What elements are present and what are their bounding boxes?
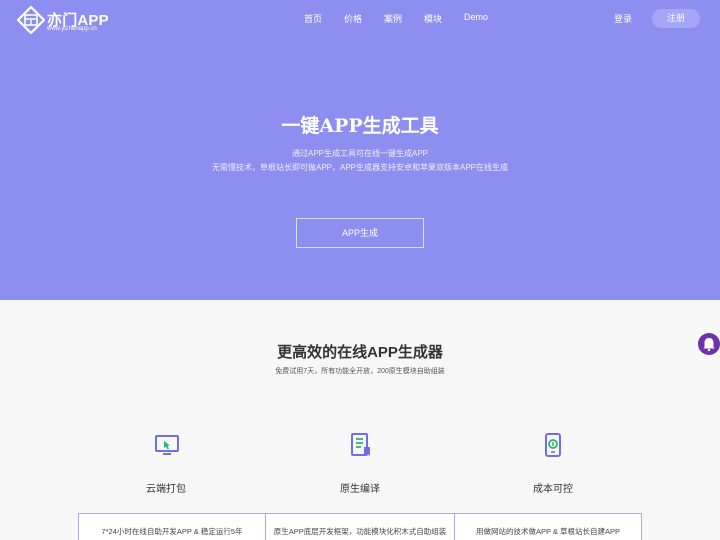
hero-description-line1: 通过APP生成工具可在线一键生成APP — [291, 149, 428, 158]
feature-card-cost: 用做网站的技术做APP & 草根站长自建APP — [454, 513, 642, 540]
nav-item-demo[interactable]: Demo — [464, 12, 488, 26]
section-title: 更高效的在线APP生成器 — [277, 344, 443, 361]
hero-title: 一键APP生成工具 — [281, 115, 439, 137]
nav-item-home[interactable]: 首页 — [304, 12, 322, 26]
brand-logo[interactable]: 亦门APP www.yizhenapp.cn — [17, 6, 109, 34]
hero-banner: 亦门APP www.yizhenapp.cn 首页 价格 案例 模块 Demo … — [0, 0, 720, 300]
login-link[interactable]: 登录 — [614, 12, 632, 25]
feature-card-cloud: 7*24小时在线自助开发APP & 稳定运行5年 — [78, 513, 266, 540]
app-generate-button[interactable]: APP生成 — [296, 218, 424, 248]
feature-label-cloud: 云端打包 — [146, 484, 186, 495]
feature-card-native: 原生APP底层开发框架，功能模块化积木式自助组装 — [265, 513, 455, 540]
hero-description-line2: 无需懂技术，草根站长即可做APP，APP生成器支持安卓和苹果双版本APP在线生成 — [211, 163, 509, 172]
section-subtitle: 免费试用7天，所有功能全开放，200原生模块自助组装 — [275, 368, 445, 375]
cloud-package-icon — [155, 435, 179, 455]
nav-item-modules[interactable]: 模块 — [424, 12, 442, 26]
cost-control-icon — [545, 433, 561, 457]
feature-label-native: 原生编译 — [340, 484, 380, 495]
nav-item-pricing[interactable]: 价格 — [344, 12, 362, 26]
signup-button[interactable]: 注册 — [652, 9, 700, 28]
feature-label-cost: 成本可控 — [533, 484, 573, 495]
nav-item-cases[interactable]: 案例 — [384, 12, 402, 26]
logo-icon — [17, 6, 45, 34]
brand-subtitle: www.yizhenapp.cn — [47, 26, 97, 32]
native-compile-icon — [351, 433, 370, 456]
